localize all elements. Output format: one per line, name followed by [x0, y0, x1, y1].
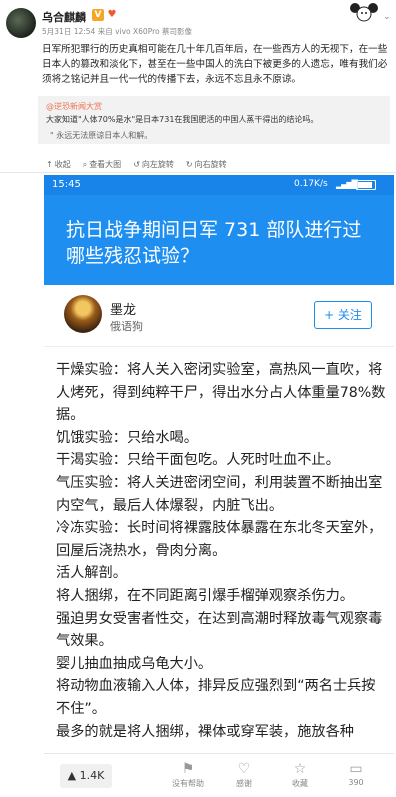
- comments-button[interactable]: ▭ 390: [332, 760, 380, 787]
- answer-paragraph: 冷冻实验：长时间将裸露肢体暴露在东北冬天室外，回屋后浇热水，骨肉分离。: [56, 520, 383, 559]
- zoom-icon: ⌕: [82, 159, 88, 169]
- collapse-icon: ↑: [46, 160, 53, 169]
- upvote-icon: ▲: [67, 769, 77, 782]
- rotate-right-icon: ↻: [185, 160, 193, 169]
- weibo-post: 乌合麒麟 V ♥ ⌄ 5月31日 12:54 来自 vivo X60Pro 蔡司…: [0, 0, 396, 172]
- view-large-button[interactable]: ⌕ 查看大图: [83, 159, 121, 170]
- answer-paragraph: 将动物血液输入人体，排异反应强烈到“两名士兵按不住”。: [56, 678, 376, 717]
- quoted-post[interactable]: @逆恐新闻大赏 大家知道"人体70%是水"是日本731在我国肥活的中国人蒸干得出…: [38, 96, 390, 144]
- thanks-button[interactable]: ♡ 感谢: [220, 760, 268, 789]
- status-time: 15:45: [52, 179, 81, 190]
- image-actions: ↑ 收起 ⌕ 查看大图 ↺ 向左旋转 ↻ 向右旋转: [46, 159, 227, 170]
- star-icon: ☆: [293, 761, 307, 777]
- answer-paragraph: 活人解剖。: [56, 565, 127, 582]
- divider: [0, 172, 396, 173]
- question-title[interactable]: 抗日战争期间日军 731 部队进行过哪些残忍试验？: [66, 217, 366, 269]
- quote-note: " 永远无法原谅日本人和解。: [50, 131, 153, 140]
- answer-body: 干燥实验：将人关入密闭实验室，高热风一直吹，将人烤死，得到纯粹干尸，得出水分占人…: [56, 359, 386, 743]
- collapse-button[interactable]: ↑ 收起: [46, 159, 71, 170]
- no-help-button[interactable]: ⚑ 没有帮助: [164, 760, 212, 789]
- post-meta: 5月31日 12:54 来自 vivo X60Pro 蔡司影像: [42, 27, 192, 36]
- heart-badge-icon: ♥: [107, 9, 117, 20]
- answer-paragraph: 干燥实验：将人关入密闭实验室，高热风一直吹，将人烤死，得到纯粹干尸，得出水分占人…: [56, 362, 386, 424]
- mickey-icon: [350, 3, 378, 22]
- answer-paragraph: 强迫男女受害者性交，在达到高潮时释放毒气观察毒气效果。: [56, 610, 383, 650]
- verified-icon: V: [92, 9, 104, 21]
- embedded-screenshot[interactable]: 15:45 0.17K/s ▂▄▆█ 抗日战争期间日军 731 部队进行过哪些残…: [44, 175, 394, 797]
- answer-paragraph: 饥饿实验：只给水喝。: [56, 429, 198, 446]
- upvote-button[interactable]: ▲ 1.4K: [60, 764, 112, 788]
- signal-icon: ▂▄▆█: [336, 180, 358, 189]
- rotate-right-button[interactable]: ↻ 向右旋转: [186, 159, 227, 170]
- status-bar: 15:45 0.17K/s ▂▄▆█: [44, 175, 394, 195]
- answer-paragraph: 气压实验：将人关进密闭空间，利用装置不断抽出室内空气，最后人体爆裂，内脏飞出。: [56, 474, 383, 514]
- avatar[interactable]: [6, 8, 36, 38]
- flag-icon: ⚑: [181, 761, 195, 777]
- rotate-left-button[interactable]: ↺ 向左旋转: [133, 159, 174, 170]
- answer-paragraph: 干渴实验：只给干面包吃。人死时吐血不止。: [56, 452, 340, 469]
- question-header: 抗日战争期间日军 731 部队进行过哪些残忍试验？: [44, 195, 394, 285]
- quote-text: 大家知道"人体70%是水"是日本731在我国肥活的中国人蒸干得出的结论吗。: [46, 115, 319, 124]
- network-speed: 0.17K/s: [294, 179, 328, 189]
- answer-paragraph: 将人捆绑，在不同距离引爆手榴弹观察杀伤力。: [56, 587, 354, 604]
- answer-paragraph: 婴儿抽血抽成乌龟大小。: [56, 655, 213, 672]
- heart-icon: ♡: [237, 761, 251, 777]
- comment-icon: ▭: [349, 761, 363, 777]
- chevron-down-icon[interactable]: ⌄: [383, 12, 391, 22]
- post-body: 日军所犯罪行的历史真相可能在几十年几百年后，在一些西方人的无视下，在一些日本人的…: [42, 44, 388, 85]
- follow-button[interactable]: + 关注: [314, 301, 372, 329]
- author-avatar[interactable]: [64, 295, 102, 333]
- favorite-button[interactable]: ☆ 收藏: [276, 760, 324, 789]
- author-name[interactable]: 墨龙: [110, 299, 136, 318]
- quote-username[interactable]: @逆恐新闻大赏: [46, 101, 102, 112]
- user-badges: V ♥: [92, 9, 118, 21]
- answer-paragraph: 最多的就是将人捆绑，裸体或穿军装，施放各种: [56, 723, 354, 740]
- battery-icon: [356, 180, 376, 190]
- bottom-action-bar: ▲ 1.4K ⚑ 没有帮助 ♡ 感谢 ☆ 收藏 ▭ 390: [44, 753, 394, 797]
- author-subtitle: 俄语狗: [110, 320, 143, 333]
- post-username[interactable]: 乌合麒麟: [42, 9, 86, 25]
- rotate-left-icon: ↺: [133, 160, 140, 169]
- author-row: 墨龙 俄语狗 + 关注: [44, 285, 394, 347]
